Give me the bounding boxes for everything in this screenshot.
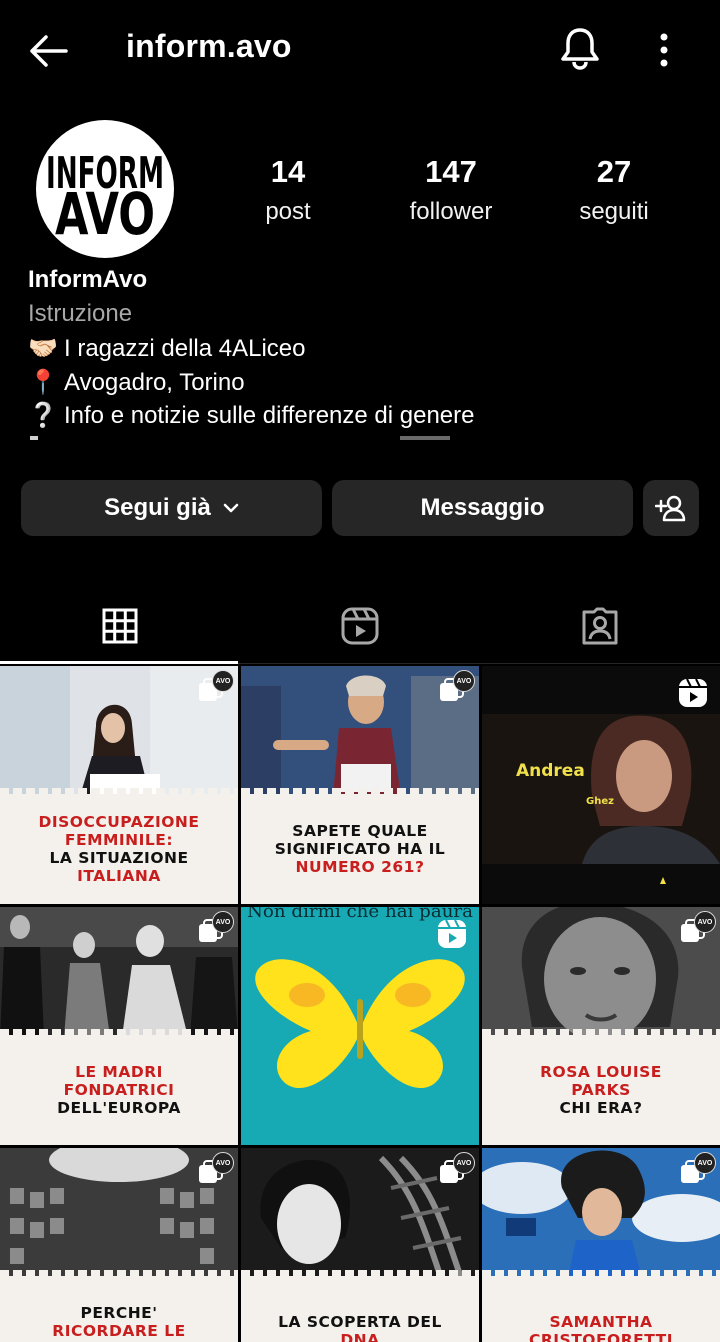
brand-badge: AVO: [212, 1152, 234, 1174]
brand-badge: AVO: [694, 911, 716, 933]
post-title-card: LE MADRI FONDATRICI DELL'EUROPA: [0, 1029, 238, 1145]
post-title-card: SAPETE QUALE SIGNIFICATO HA IL NUMERO 261?: [241, 788, 479, 904]
brand-badge: AVO: [694, 1152, 716, 1174]
avatar-text-bottom: AVO: [55, 180, 155, 248]
bio-overflow-hint: [30, 436, 450, 440]
post-title-line: NUMERO 261?: [295, 858, 425, 876]
profile-name: InformAvo: [28, 266, 148, 293]
post-thumbnail[interactable]: Non dirmi che hai paura: [241, 907, 479, 1145]
add-person-icon: [655, 495, 686, 522]
post-thumbnail[interactable]: SAPETE QUALE SIGNIFICATO HA IL NUMERO 261?…: [241, 666, 479, 904]
following-button-label: Segui già: [104, 494, 211, 521]
post-title-line: RICORDARE LE: [52, 1322, 186, 1340]
brand-badge: AVO: [212, 670, 234, 692]
post-title-line: FEMMINILE:: [64, 831, 174, 849]
post-title-line: ROSA LOUISE: [540, 1063, 662, 1081]
post-title-line: DNA: [340, 1331, 380, 1342]
pin-icon: 📍: [28, 369, 58, 396]
tab-reels[interactable]: [240, 590, 480, 662]
bio-text: Info e notizie sulle differenze di gener…: [64, 402, 475, 429]
more-options-icon[interactable]: [648, 30, 680, 70]
post-thumbnail[interactable]: ROSA LOUISE PARKS CHI ERA? AVO: [482, 907, 720, 1145]
reel-badge-icon: [438, 919, 466, 948]
post-title-line: LE MADRI: [75, 1063, 163, 1081]
post-title-line: LA SITUAZIONE: [49, 849, 189, 867]
post-thumbnail[interactable]: Andrea Ghez: [482, 666, 720, 904]
post-thumbnail[interactable]: DISOCCUPAZIONE FEMMINILE: LA SITUAZIONE ITA…: [0, 666, 238, 904]
post-title-card: DISOCCUPAZIONE FEMMINILE: LA SITUAZIONE ITA…: [0, 788, 238, 904]
post-title-card: SAMANTHA CRISTOFORETTI: [482, 1270, 720, 1342]
message-button-label: Messaggio: [420, 494, 545, 521]
stat-followers[interactable]: 147 follower: [376, 154, 526, 226]
reel-overlay-text: Andrea: [516, 761, 585, 781]
post-title-line: CRISTOFORETTI: [528, 1331, 674, 1342]
stat-following[interactable]: 27 seguiti: [539, 154, 689, 226]
tagged-icon: [582, 607, 618, 645]
brand-badge: AVO: [212, 911, 234, 933]
profile-category: Istruzione: [28, 300, 133, 327]
stat-posts[interactable]: 14 post: [213, 154, 363, 226]
bio-text: I ragazzi della 4ALiceo: [64, 335, 306, 362]
post-title-card: PERCHE'RICORDARE LEVITTIME DELLA: [0, 1270, 238, 1342]
post-title-line: DISOCCUPAZIONE: [38, 813, 200, 831]
avatar-logo: INFORM AVO: [39, 123, 171, 255]
profile-avatar[interactable]: INFORM AVO: [36, 120, 174, 258]
post-title-line: ITALIANA: [77, 867, 161, 885]
post-thumbnail[interactable]: LE MADRI FONDATRICI DELL'EUROPA AVO: [0, 907, 238, 1145]
post-thumbnail[interactable]: SAMANTHA CRISTOFORETTI AVO: [482, 1148, 720, 1342]
reel-badge-icon: [679, 678, 707, 707]
bio-line: 🤝🏻 I ragazzi della 4ALiceo: [28, 334, 305, 363]
grid-icon: [102, 608, 138, 644]
bio-line: 📍 Avogadro, Torino: [28, 368, 245, 397]
brand-badge: AVO: [453, 670, 475, 692]
post-title-line: CHI ERA?: [559, 1099, 643, 1117]
posts-label: post: [265, 198, 311, 225]
post-title-line: SAPETE QUALE: [292, 822, 428, 840]
handshake-icon: 🤝🏻: [28, 335, 58, 362]
post-thumbnail[interactable]: PERCHE'RICORDARE LEVITTIME DELLA AVO: [0, 1148, 238, 1342]
post-title-line: FONDATRICI: [63, 1081, 175, 1099]
post-title-card: ROSA LOUISE PARKS CHI ERA?: [482, 1029, 720, 1145]
bio-line: ❔ Info e notizie sulle differenze di gene…: [28, 401, 475, 430]
tab-tagged[interactable]: [480, 590, 720, 662]
posts-count: 14: [270, 154, 306, 189]
tab-posts-grid[interactable]: [0, 590, 240, 664]
back-arrow-icon[interactable]: [26, 28, 72, 74]
post-title-line: LA SCOPERTA DEL: [278, 1313, 442, 1331]
post-title-line: SAMANTHA: [549, 1313, 653, 1331]
post-thumbnail[interactable]: LA SCOPERTA DEL DNA AVO: [241, 1148, 479, 1342]
notification-bell-icon[interactable]: [556, 24, 604, 72]
post-title-line: DELL'EUROPA: [57, 1099, 181, 1117]
question-icon: ❔: [28, 402, 58, 429]
followers-label: follower: [409, 198, 493, 225]
post-title-card: LA SCOPERTA DEL DNA: [241, 1270, 479, 1342]
brand-badge: AVO: [453, 1152, 475, 1174]
message-button[interactable]: Messaggio: [332, 480, 633, 536]
followers-count: 147: [425, 154, 477, 189]
top-bar: inform.avo: [0, 0, 720, 98]
post-title-line: PARKS: [571, 1081, 631, 1099]
page-title: inform.avo: [126, 28, 292, 64]
following-button[interactable]: Segui già: [21, 480, 322, 536]
bio-text: Avogadro, Torino: [64, 369, 245, 396]
post-title-line: SIGNIFICATO HA IL: [274, 840, 446, 858]
chevron-down-icon: [223, 503, 239, 513]
reel-overlay-subtext: Ghez: [586, 796, 614, 807]
suggested-users-button[interactable]: [643, 480, 699, 536]
reels-icon: [341, 607, 379, 645]
profile-tabs: [0, 590, 720, 664]
post-title-line: PERCHE': [80, 1304, 158, 1322]
following-label: seguiti: [579, 198, 649, 225]
following-count: 27: [596, 154, 632, 189]
